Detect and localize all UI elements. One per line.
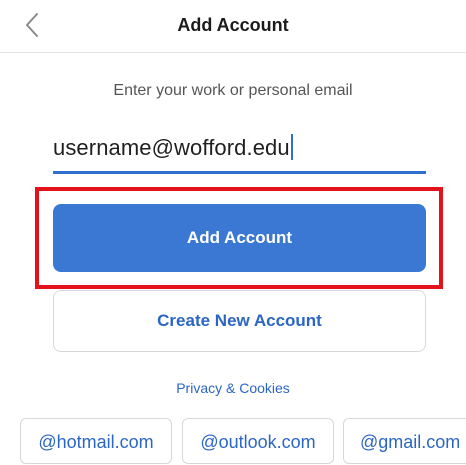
text-caret bbox=[290, 134, 293, 160]
email-input-value: username@wofford.edu bbox=[53, 135, 290, 160]
create-new-account-button[interactable]: Create New Account bbox=[53, 290, 426, 352]
privacy-cookies-link[interactable]: Privacy & Cookies bbox=[0, 380, 466, 396]
email-input-wrapper: username@wofford.edu bbox=[53, 134, 293, 161]
page-title: Add Account bbox=[177, 15, 289, 35]
header-bar: Add Account bbox=[0, 0, 466, 53]
domain-chip-gmail[interactable]: @gmail.com bbox=[343, 418, 466, 464]
domain-chip-hotmail[interactable]: @hotmail.com bbox=[20, 418, 172, 464]
domain-chip-outlook[interactable]: @outlook.com bbox=[182, 418, 334, 464]
email-field[interactable]: username@wofford.edu bbox=[53, 130, 426, 174]
instruction-text: Enter your work or personal email bbox=[113, 82, 353, 99]
add-account-button[interactable]: Add Account bbox=[53, 204, 426, 272]
